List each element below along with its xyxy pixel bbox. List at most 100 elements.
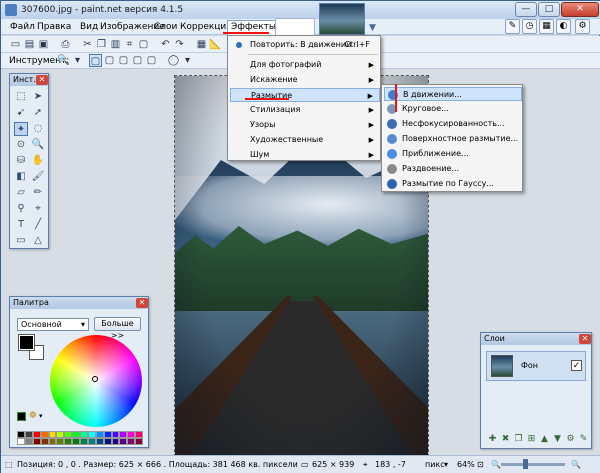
- color-swatch[interactable]: [40, 438, 49, 445]
- paint-bucket-icon[interactable]: ⛁: [14, 154, 28, 168]
- menu-item-artistic[interactable]: Художественные ▶: [230, 133, 380, 147]
- status-zoom[interactable]: 64%: [457, 460, 475, 469]
- grid-icon[interactable]: ▦: [195, 38, 208, 51]
- chevron-down-icon[interactable]: ▼: [369, 23, 379, 33]
- color-swatch[interactable]: [40, 431, 49, 438]
- copy-icon[interactable]: ❐: [95, 38, 108, 51]
- menu-layers[interactable]: Слои: [151, 21, 180, 34]
- menu-item-render[interactable]: Узоры ▶: [230, 118, 380, 132]
- color-swatch[interactable]: [80, 431, 88, 438]
- image-tab-blank[interactable]: [275, 18, 315, 36]
- layer-visibility-checkbox[interactable]: ✓: [571, 360, 582, 371]
- zoom-slider[interactable]: [501, 463, 565, 466]
- color-swatch[interactable]: [17, 438, 25, 445]
- ruler-icon[interactable]: 📐: [209, 38, 222, 51]
- color-swatch[interactable]: [24, 431, 33, 438]
- zoom-slider-thumb[interactable]: [523, 459, 528, 469]
- zoom-icon[interactable]: ⊙: [14, 138, 28, 152]
- move-selection-icon[interactable]: ➚: [31, 106, 45, 120]
- color-swatch[interactable]: [103, 431, 112, 438]
- recolor-icon[interactable]: ⌖: [31, 202, 45, 216]
- selection-exclude-icon[interactable]: ▢: [117, 54, 130, 67]
- image-tab-thumbnail[interactable]: [319, 3, 365, 35]
- move-selected-icon[interactable]: ➤: [31, 90, 45, 104]
- add-layer-icon[interactable]: ✚: [487, 434, 498, 445]
- shapes-alt-icon[interactable]: △: [31, 234, 45, 248]
- chevron-down-icon[interactable]: ▾: [39, 412, 43, 420]
- palette-color-select[interactable]: Основной ▾: [17, 318, 89, 331]
- lasso-icon[interactable]: ➹: [14, 106, 28, 120]
- pencil-icon[interactable]: ✏: [31, 186, 45, 200]
- zoom-out-icon[interactable]: 🔍: [491, 460, 501, 469]
- history-toggle-icon[interactable]: ◷: [522, 19, 537, 34]
- undo-icon[interactable]: ↶: [159, 38, 172, 51]
- color-swatch[interactable]: [111, 438, 120, 445]
- palette-panel-title[interactable]: Палитра: [10, 297, 148, 309]
- chevron-down-icon[interactable]: ▾: [181, 54, 194, 67]
- cut-icon[interactable]: ✂: [81, 38, 94, 51]
- magnifier-icon[interactable]: 🔍: [31, 138, 45, 152]
- close-button[interactable]: ✕: [561, 2, 599, 17]
- selection-invert-icon[interactable]: ▢: [145, 54, 158, 67]
- color-swatch[interactable]: [72, 438, 80, 445]
- open-folder-icon[interactable]: ▤: [23, 38, 36, 51]
- layer-wrench-icon[interactable]: ✎: [578, 434, 589, 445]
- menu-item-zoom-blur[interactable]: Приближение...: [384, 147, 522, 161]
- menu-item-surface-blur[interactable]: Поверхностное размытие...: [384, 132, 522, 146]
- color-swatch[interactable]: [87, 438, 96, 445]
- color-swatch[interactable]: [87, 431, 96, 438]
- minimize-button[interactable]: —: [515, 2, 537, 17]
- duplicate-layer-icon[interactable]: ❐: [513, 434, 524, 445]
- color-swatch[interactable]: [56, 431, 65, 438]
- palette-more-button[interactable]: Больше >>: [94, 317, 141, 340]
- layers-toggle-icon[interactable]: ▦: [539, 19, 554, 34]
- paste-icon[interactable]: ▥: [109, 38, 122, 51]
- palette-panel-close-button[interactable]: ✕: [136, 298, 148, 308]
- color-swatch[interactable]: [135, 431, 143, 438]
- menu-item-noise[interactable]: Шум ▶: [230, 148, 380, 162]
- ellipse-select-icon[interactable]: ◌: [31, 122, 45, 136]
- new-file-icon[interactable]: ▭: [9, 38, 22, 51]
- zoom-fit-icon[interactable]: ⊡: [477, 460, 484, 469]
- text-icon[interactable]: T: [14, 218, 28, 232]
- color-swatch[interactable]: [32, 438, 41, 445]
- color-swatch[interactable]: [95, 438, 104, 445]
- chevron-down-icon[interactable]: ▾: [444, 460, 448, 469]
- menu-item-motion-blur[interactable]: В движении...: [384, 87, 522, 101]
- magic-wand-icon[interactable]: ✦: [14, 122, 28, 136]
- merge-layer-icon[interactable]: ⊞: [526, 434, 537, 445]
- menu-item-photo[interactable]: Для фотографий ▶: [230, 58, 380, 72]
- color-swatch[interactable]: [64, 431, 73, 438]
- menu-item-fragment[interactable]: Раздвоение...: [384, 162, 522, 176]
- zoom-in-icon[interactable]: 🔍: [571, 460, 581, 469]
- print-icon[interactable]: ⎙: [59, 38, 72, 51]
- layers-panel-title[interactable]: Слои: [481, 333, 591, 345]
- clone-stamp-icon[interactable]: ⚲: [14, 202, 28, 216]
- palette-toggle-icon[interactable]: ◐: [556, 19, 571, 34]
- gradient-icon[interactable]: ◧: [14, 170, 28, 184]
- color-swatch[interactable]: [24, 438, 33, 445]
- move-layer-up-icon[interactable]: ▲: [539, 434, 550, 445]
- color-swatch[interactable]: [56, 438, 65, 445]
- move-layer-down-icon[interactable]: ▼: [552, 434, 563, 445]
- color-wheel-marker[interactable]: [92, 376, 98, 382]
- color-swatch[interactable]: [80, 438, 88, 445]
- menu-item-stylize[interactable]: Стилизация ▶: [230, 103, 380, 117]
- zoom-tool-icon[interactable]: 🔍: [57, 54, 70, 67]
- eraser-icon[interactable]: ▱: [14, 186, 28, 200]
- color-swatch[interactable]: [48, 431, 57, 438]
- color-swatch[interactable]: [127, 431, 136, 438]
- antialias-icon[interactable]: ◯: [167, 54, 180, 67]
- line-curve-icon[interactable]: ╱: [31, 218, 45, 232]
- color-swatch[interactable]: [119, 438, 128, 445]
- color-swatch[interactable]: [111, 431, 120, 438]
- color-swatch[interactable]: [119, 431, 128, 438]
- primary-color-swatch[interactable]: [18, 334, 35, 351]
- status-units[interactable]: пикс: [425, 460, 445, 469]
- paintbrush-icon[interactable]: 🖌: [31, 170, 45, 184]
- menu-edit[interactable]: Правка: [34, 21, 74, 34]
- layers-panel-close-button[interactable]: ✕: [579, 334, 591, 344]
- chevron-down-icon[interactable]: ▾: [71, 54, 84, 67]
- selection-union-icon[interactable]: ▢: [103, 54, 116, 67]
- deselect-icon[interactable]: ▢: [137, 38, 150, 51]
